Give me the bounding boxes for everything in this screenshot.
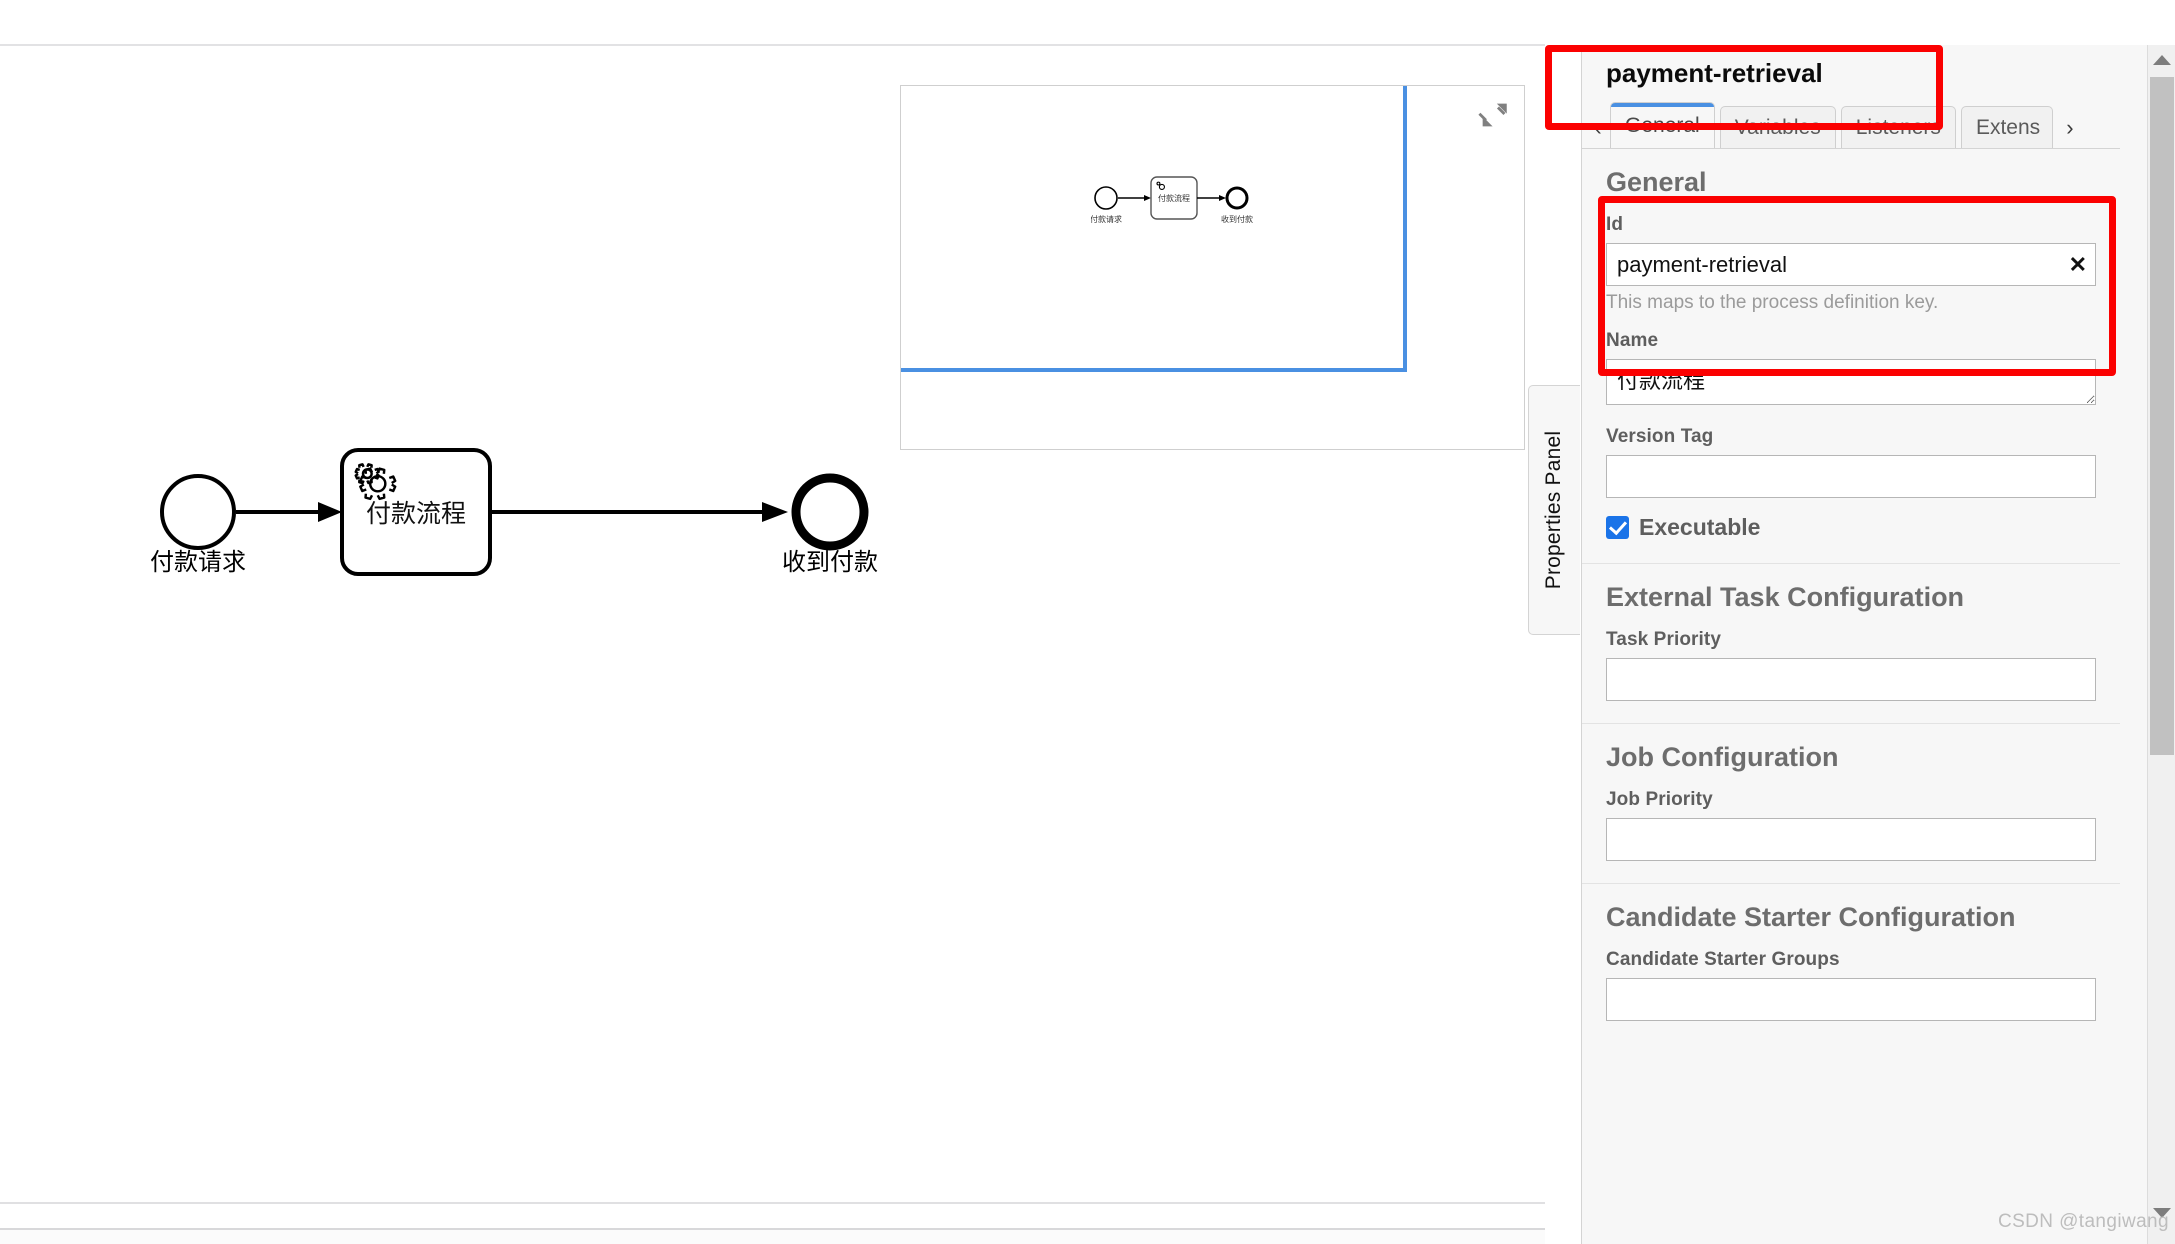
group-candidate-starter-heading: Candidate Starter Configuration xyxy=(1606,902,2016,933)
name-textarea[interactable]: 付款流程 xyxy=(1606,359,2096,406)
group-job-configuration-heading: Job Configuration xyxy=(1606,742,1839,773)
group-general-heading: General xyxy=(1606,167,1707,197)
task-priority-input[interactable] xyxy=(1606,658,2096,702)
group-external-task-heading: External Task Configuration xyxy=(1606,582,1965,613)
bpmn-diagram[interactable]: 付款请求 付款流程 收到付款 xyxy=(150,440,910,660)
properties-panel-toggle-label: Properties Panel xyxy=(1542,430,1566,590)
minimap[interactable]: 付款请求 付款流程 收到付款 xyxy=(900,85,1525,450)
panel-title: payment-retrieval xyxy=(1582,45,2120,101)
id-input[interactable] xyxy=(1606,243,2096,287)
properties-panel-content: payment-retrieval ‹ General Variables Li… xyxy=(1582,45,2120,1044)
bpmn-modeler-window: 付款请求 付款流程 收到付款 付款请求 付款流程 收到付款 Properties… xyxy=(0,0,2175,1244)
field-id-label: Id xyxy=(1606,214,1624,236)
clear-id-icon[interactable]: ✕ xyxy=(2069,253,2087,276)
tabs-prev-arrow[interactable]: ‹ xyxy=(1586,108,1610,148)
properties-tabs: ‹ General Variables Listeners Extens › xyxy=(1582,101,2120,149)
tab-variables[interactable]: Variables xyxy=(1719,106,1836,148)
diagram-canvas[interactable]: 付款请求 付款流程 收到付款 付款请求 付款流程 收到付款 xyxy=(0,0,1545,1244)
field-job-priority-label: Job Priority xyxy=(1606,789,1713,811)
scrollbar-thumb[interactable] xyxy=(2150,77,2174,755)
bpmn-start-event[interactable] xyxy=(160,474,236,550)
minimap-task-label: 付款流程 xyxy=(1158,193,1190,203)
version-tag-input[interactable] xyxy=(1606,455,2096,499)
field-id-hint: This maps to the process definition key. xyxy=(1606,292,1939,314)
bpmn-sequence-flow-1-arrow xyxy=(318,502,342,522)
watermark: CSDN @tangiwang xyxy=(1997,1211,2169,1232)
field-candidate-starter-groups-label: Candidate Starter Groups xyxy=(1606,949,1840,971)
minimap-start-label: 付款请求 xyxy=(1091,214,1122,224)
field-version-tag-label: Version Tag xyxy=(1606,426,1714,448)
tab-listeners[interactable]: Listeners xyxy=(1840,106,1956,148)
field-name-label: Name xyxy=(1606,330,1659,352)
job-priority-input[interactable] xyxy=(1606,818,2096,862)
bpmn-sequence-flow-2-arrow xyxy=(762,502,788,522)
minimap-end-label: 收到付款 xyxy=(1221,214,1253,224)
canvas-top-divider xyxy=(0,44,1545,46)
minimap-diagram: 付款请求 付款流程 收到付款 xyxy=(1091,176,1253,224)
executable-checkbox-row[interactable]: Executable xyxy=(1606,514,2096,541)
candidate-starter-groups-input[interactable] xyxy=(1606,978,2096,1022)
bpmn-start-event-label: 付款请求 xyxy=(150,549,246,576)
field-name: Name 付款流程 xyxy=(1606,330,2096,410)
field-task-priority-label: Task Priority xyxy=(1606,629,1721,651)
group-candidate-starter-configuration: Candidate Starter Configuration Candidat… xyxy=(1582,884,2120,1044)
tabs-next-arrow[interactable]: › xyxy=(2058,108,2082,148)
executable-checkbox[interactable] xyxy=(1606,516,1629,540)
field-id: Id ✕ This maps to the process definition… xyxy=(1606,214,2096,314)
field-version-tag: Version Tag xyxy=(1606,426,2096,499)
field-task-priority: Task Priority xyxy=(1606,629,2096,702)
chevron-up-icon xyxy=(2153,55,2171,65)
canvas-footer-strip xyxy=(0,1230,1545,1244)
collapse-arrows-icon[interactable] xyxy=(1476,98,1512,132)
field-job-priority: Job Priority xyxy=(1606,789,2096,862)
bpmn-end-event[interactable] xyxy=(791,473,869,551)
canvas-bottom-divider-1 xyxy=(0,1202,1545,1204)
bpmn-service-task-label: 付款流程 xyxy=(366,500,466,528)
tab-extensions[interactable]: Extens xyxy=(1960,106,2053,148)
group-external-task-configuration: External Task Configuration Task Priorit… xyxy=(1582,564,2120,725)
executable-label: Executable xyxy=(1639,514,1761,541)
properties-panel-toggle-tab[interactable]: Properties Panel xyxy=(1528,385,1580,635)
bpmn-end-event-label: 收到付款 xyxy=(782,549,878,576)
properties-panel-scrollbar[interactable] xyxy=(2147,45,2175,1244)
tab-general[interactable]: General xyxy=(1610,102,1715,148)
field-candidate-starter-groups: Candidate Starter Groups xyxy=(1606,949,2096,1022)
scroll-up-button[interactable] xyxy=(2148,45,2175,75)
group-job-configuration: Job Configuration Job Priority xyxy=(1582,724,2120,885)
properties-panel: payment-retrieval ‹ General Variables Li… xyxy=(1581,45,2175,1244)
group-general: General Id ✕ This maps to the process de… xyxy=(1582,149,2120,565)
